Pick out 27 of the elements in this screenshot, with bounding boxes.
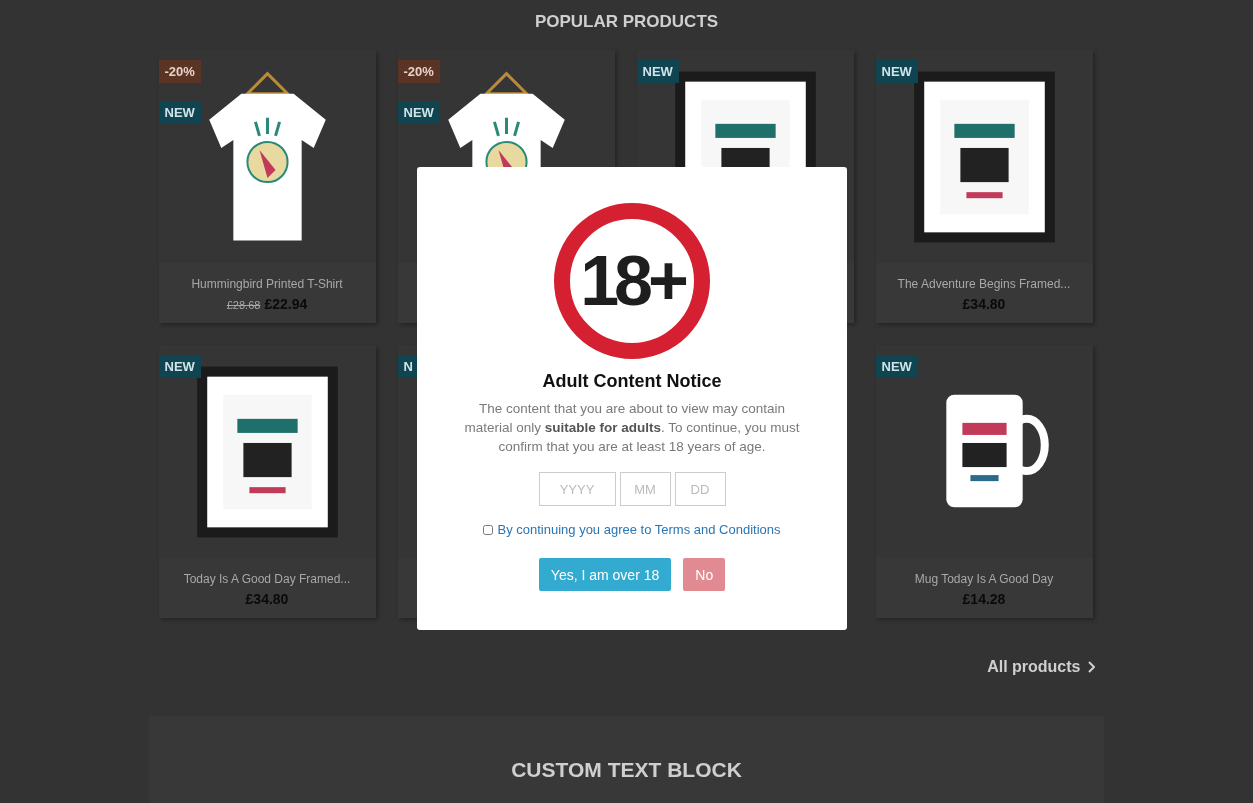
product-name[interactable]: Mug Today Is A Good Day [914, 571, 1054, 586]
new-badge: N [397, 355, 419, 378]
dialog-message: The content that you are about to view may contain material only suitable for adults. To continue, you must confirm that you are at least 18 years of age. [463, 400, 801, 456]
date-input[interactable]: MM [619, 472, 671, 506]
regular-price: £28.68 [226, 298, 261, 311]
new-badge: NEW [397, 101, 440, 124]
terms-link[interactable]: By continuing you agree to Terms and Conditions [497, 522, 781, 537]
all-products-link[interactable]: All products [987, 658, 1081, 676]
new-badge: NEW [158, 355, 201, 378]
chevron-icon [1086, 661, 1095, 673]
date-input[interactable]: DD [674, 472, 726, 506]
product-name[interactable]: Today Is A Good Day Framed... [183, 571, 351, 586]
date-input[interactable]: YYYY [538, 472, 616, 506]
dialog-title: Adult Content Notice [542, 371, 722, 392]
new-badge: NEW [636, 60, 679, 83]
discount-badge: -20% [158, 60, 201, 83]
agree-checkbox[interactable] [483, 524, 494, 535]
product-name[interactable]: Hummingbird Printed T-Shirt [191, 276, 343, 291]
new-badge: NEW [875, 60, 918, 83]
new-badge: NEW [158, 101, 201, 124]
custom-block-title: CUSTOM TEXT BLOCK [511, 758, 742, 783]
confirm-button[interactable]: Yes, I am over 18 [538, 558, 672, 591]
section-title: POPULAR PRODUCTS [533, 12, 720, 32]
new-badge: NEW [875, 355, 918, 378]
product-name[interactable]: The Adventure Begins Framed... [897, 276, 1071, 291]
discount-badge: -20% [397, 60, 440, 83]
age-sign: 18+ [554, 203, 710, 359]
